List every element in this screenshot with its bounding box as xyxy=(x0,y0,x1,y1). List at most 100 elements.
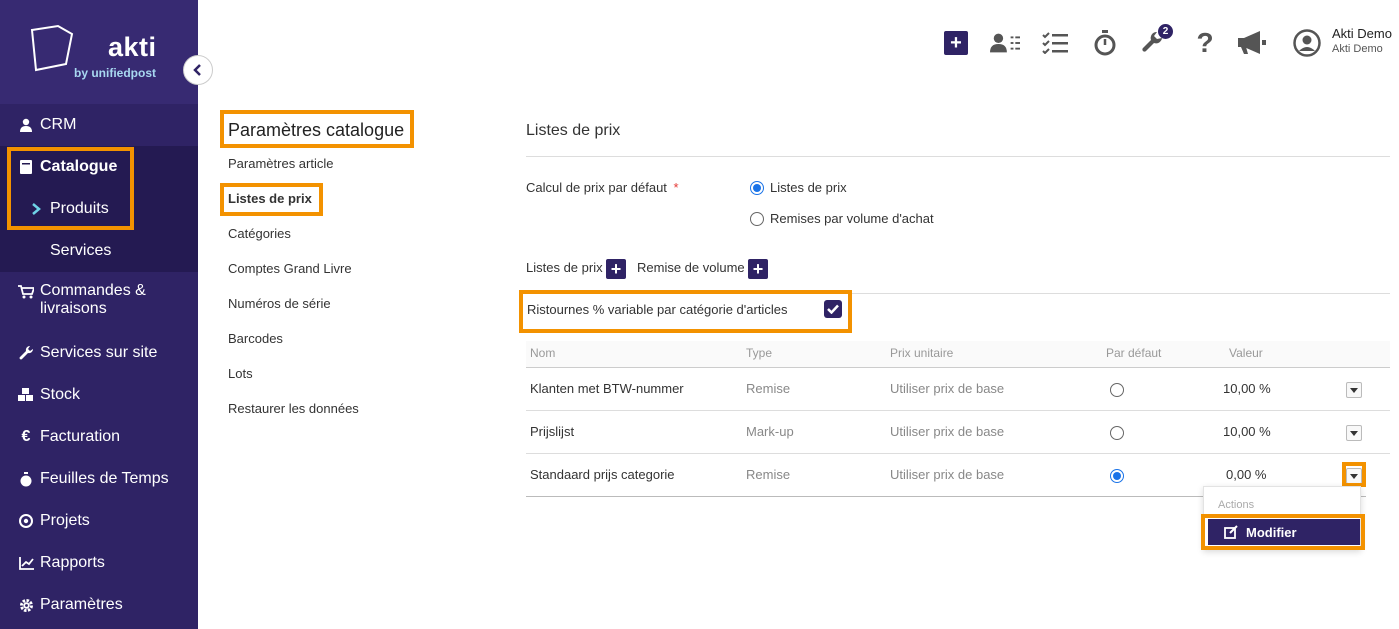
sidebar-item-crm[interactable]: CRM xyxy=(0,104,198,146)
help-button[interactable]: ? xyxy=(1190,27,1220,58)
highlight-modifier xyxy=(1201,514,1365,550)
cell-nom: Klanten met BTW-nummer xyxy=(530,381,684,396)
question-icon: ? xyxy=(1196,27,1214,58)
cell-nom: Standaard prijs categorie xyxy=(530,467,675,482)
default-radio[interactable] xyxy=(1110,383,1124,397)
sidebar-item-parametres[interactable]: Paramètres xyxy=(0,584,198,626)
cell-nom: Prijslijst xyxy=(530,424,575,439)
plus-icon: + xyxy=(752,259,764,279)
sidebar-item-projets[interactable]: Projets xyxy=(0,500,198,542)
add-volume-button[interactable]: + xyxy=(748,259,768,279)
highlight-catalogue xyxy=(7,147,134,230)
stopwatch-icon xyxy=(1094,30,1116,56)
logo-area: akti by unifiedpost xyxy=(0,0,198,104)
sidebar-item-label: Projets xyxy=(40,512,90,529)
sidebar-item-rapports[interactable]: Rapports xyxy=(0,542,198,584)
cell-prix: Utiliser prix de base xyxy=(890,467,1005,482)
col-par-defaut: Par défaut xyxy=(1106,346,1162,360)
user-name[interactable]: Akti Demo xyxy=(1332,26,1392,41)
settings-link-comptes-grand-livre[interactable]: Comptes Grand Livre xyxy=(228,261,352,276)
calc-label-text: Calcul de prix par défaut xyxy=(526,180,667,195)
settings-link-restaurer[interactable]: Restaurer les données xyxy=(228,401,359,416)
sidebar-item-services[interactable]: Services xyxy=(0,230,198,272)
sidebar-item-label: Services xyxy=(50,242,112,259)
radio-remises-volume[interactable] xyxy=(750,212,764,226)
user-icon xyxy=(16,118,36,132)
default-radio[interactable] xyxy=(1110,469,1124,483)
sidebar-item-services-sur-site[interactable]: Services sur site xyxy=(0,332,198,374)
required-mark: * xyxy=(673,180,679,195)
highlight-listes-de-prix xyxy=(220,183,323,216)
radio-label-listes-de-prix[interactable]: Listes de prix xyxy=(770,180,847,195)
cell-valeur: 10,00 % xyxy=(1223,381,1271,396)
announcements-button[interactable] xyxy=(1238,28,1268,58)
checklist-icon xyxy=(1042,32,1068,54)
row-divider xyxy=(526,410,1390,411)
sidebar-item-commandes[interactable]: Commandes & livraisons xyxy=(0,282,198,322)
add-button[interactable]: + xyxy=(941,28,971,58)
sidebar-item-label: Paramètres xyxy=(40,596,123,613)
plus-icon: + xyxy=(944,31,968,55)
cell-type: Remise xyxy=(746,467,791,482)
chevron-left-icon xyxy=(193,64,201,76)
col-type: Type xyxy=(746,346,773,360)
sidebar-item-facturation[interactable]: € Facturation xyxy=(0,416,198,458)
settings-link-barcodes[interactable]: Barcodes xyxy=(228,331,283,346)
col-valeur: Valeur xyxy=(1229,346,1263,360)
col-prix-unitaire: Prix unitaire xyxy=(890,346,954,360)
settings-link-categories[interactable]: Catégories xyxy=(228,226,291,241)
sidebar-item-label: Facturation xyxy=(40,428,121,445)
settings-link-lots[interactable]: Lots xyxy=(228,366,253,381)
wrench-icon xyxy=(16,345,36,361)
cell-valeur: 0,00 % xyxy=(1226,467,1267,482)
sidebar-item-label: Commandes & livraisons xyxy=(40,282,146,318)
brand-sub: by unifiedpost xyxy=(74,66,156,80)
default-radio[interactable] xyxy=(1110,426,1124,440)
add-volume-label: Remise de volume xyxy=(637,260,745,275)
user-avatar[interactable] xyxy=(1292,28,1322,58)
stopwatch-icon xyxy=(16,471,36,487)
settings-link-numeros-de-serie[interactable]: Numéros de série xyxy=(228,296,331,311)
cart-icon xyxy=(16,285,36,299)
sidebar-item-label-line1: Commandes & xyxy=(40,282,146,299)
timer-button[interactable] xyxy=(1090,28,1120,58)
notification-badge: 2 xyxy=(1158,24,1173,39)
megaphone-icon xyxy=(1238,31,1266,54)
page-title: Listes de prix xyxy=(526,122,621,139)
col-nom: Nom xyxy=(530,346,556,360)
collapse-sidebar-button[interactable] xyxy=(183,55,213,85)
brand-name: akti xyxy=(108,32,157,62)
radio-listes-de-prix[interactable] xyxy=(750,181,764,195)
boxes-icon xyxy=(16,388,36,402)
user-company: Akti Demo xyxy=(1332,43,1383,55)
contacts-button[interactable] xyxy=(990,28,1020,58)
row-actions-dropdown[interactable] xyxy=(1346,382,1362,398)
cell-prix: Utiliser prix de base xyxy=(890,381,1005,396)
row-divider xyxy=(526,453,1390,454)
highlight-settings-title xyxy=(220,110,414,148)
sidebar-item-label: Rapports xyxy=(40,554,105,571)
chart-icon xyxy=(16,556,36,570)
actions-menu-header: Actions xyxy=(1218,499,1255,511)
tools-button[interactable]: 2 xyxy=(1140,24,1173,58)
cell-valeur: 10,00 % xyxy=(1223,424,1271,439)
plus-icon: + xyxy=(610,259,622,279)
add-price-list-label: Listes de prix xyxy=(526,260,603,275)
tasks-button[interactable] xyxy=(1040,28,1070,58)
add-price-list-button[interactable]: + xyxy=(606,259,626,279)
settings-link-parametres-article[interactable]: Paramètres article xyxy=(228,156,333,171)
sidebar-item-feuilles-de-temps[interactable]: Feuilles de Temps xyxy=(0,458,198,500)
sidebar-item-label: Stock xyxy=(40,386,81,403)
sidebar-item-label: Feuilles de Temps xyxy=(40,470,169,487)
akti-logo-icon xyxy=(30,24,74,72)
title-divider xyxy=(526,156,1390,157)
row-actions-dropdown[interactable] xyxy=(1346,425,1362,441)
sidebar-item-label-line2: livraisons xyxy=(40,300,107,317)
gear-icon xyxy=(16,598,36,613)
sidebar-item-stock[interactable]: Stock xyxy=(0,374,198,416)
cell-prix: Utiliser prix de base xyxy=(890,424,1005,439)
cell-type: Mark-up xyxy=(746,424,794,439)
user-circle-icon xyxy=(1293,29,1321,57)
sidebar: akti by unifiedpost CRM Catalogue Produi… xyxy=(0,0,198,629)
radio-label-remises-volume[interactable]: Remises par volume d'achat xyxy=(770,211,934,226)
